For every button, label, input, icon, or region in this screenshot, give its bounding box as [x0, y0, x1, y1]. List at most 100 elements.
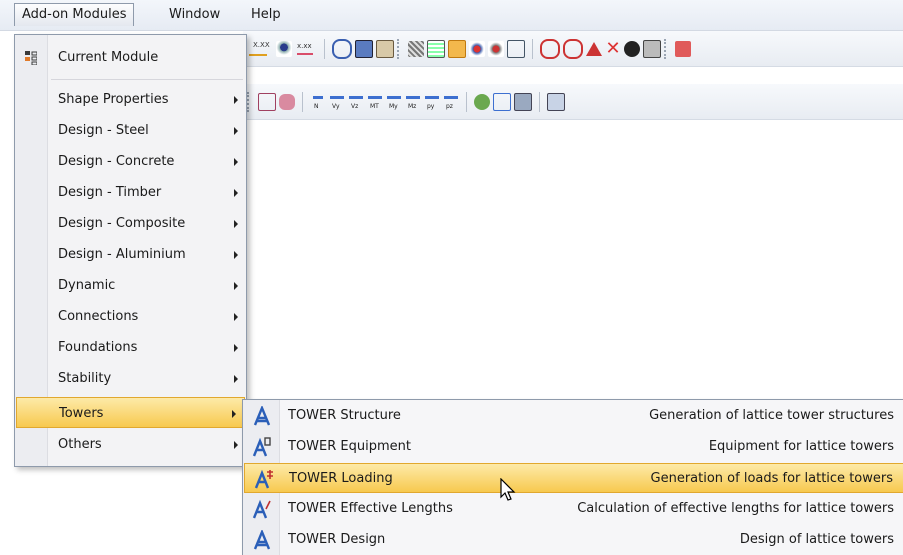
menu-item-label: Foundations: [58, 340, 138, 355]
grid-table-icon[interactable]: [514, 92, 532, 111]
menu-item-stability[interactable]: Stability: [15, 363, 246, 394]
menu-item-foundations[interactable]: Foundations: [15, 332, 246, 363]
result-pz-icon[interactable]: pz: [443, 94, 459, 110]
xxx-label-text: X.XX: [253, 40, 270, 49]
submenu-item-label: TOWER Structure: [288, 408, 401, 423]
menu-item-label: Shape Properties: [58, 92, 169, 107]
submenu-item-description: Generation of loads for lattice towers: [650, 471, 893, 486]
glasses-icon[interactable]: [332, 38, 352, 59]
menu-item-label: Design - Aluminium: [58, 247, 186, 262]
result-vz-label: Vz: [351, 102, 359, 110]
submenu-item-description: Equipment for lattice towers: [708, 439, 894, 454]
tree-icon[interactable]: [474, 93, 490, 110]
toolbar-separator: [532, 38, 533, 59]
menu-item-connections[interactable]: Connections: [15, 301, 246, 332]
result-py-label: py: [427, 102, 435, 110]
submenu-item-tower-effective-lengths[interactable]: TOWER Effective Lengths Calculation of e…: [243, 494, 903, 524]
submenu-arrow-icon: [234, 313, 238, 321]
menu-item-label: Design - Timber: [58, 185, 162, 200]
tower-loading-icon: [254, 469, 273, 489]
menu-item-label: Others: [58, 437, 102, 452]
toolbar-grip: [247, 91, 252, 112]
menu-item-label: Connections: [58, 309, 139, 324]
line-tool-icon[interactable]: [258, 92, 276, 111]
panel-icon[interactable]: [376, 39, 394, 58]
mesh-icon[interactable]: [427, 39, 445, 58]
menu-item-design-timber[interactable]: Design - Timber: [15, 177, 246, 208]
result-my-icon[interactable]: My: [386, 94, 402, 110]
report-icon[interactable]: [547, 92, 565, 111]
shape-icon[interactable]: [279, 93, 295, 110]
hatch-icon[interactable]: [408, 40, 424, 57]
menu-item-dynamic[interactable]: Dynamic: [15, 270, 246, 301]
toolbar-grip: [397, 38, 402, 59]
calculator-icon[interactable]: [643, 39, 661, 58]
submenu-item-label: TOWER Equipment: [288, 439, 411, 454]
submenu-arrow-icon: [234, 96, 238, 104]
submenu-item-tower-design[interactable]: TOWER Design Design of lattice towers: [243, 525, 903, 555]
menu-item-design-concrete[interactable]: Design - Concrete: [15, 146, 246, 177]
submenu-arrow-icon: [234, 251, 238, 259]
submenu-item-tower-loading[interactable]: TOWER Loading Generation of loads for la…: [244, 463, 903, 493]
support-icon-active[interactable]: [448, 39, 466, 58]
menu-item-design-aluminium[interactable]: Design - Aluminium: [15, 239, 246, 270]
warning-icon[interactable]: [586, 41, 602, 56]
submenu-item-tower-equipment[interactable]: TOWER Equipment Equipment for lattice to…: [243, 432, 903, 462]
menu-item-label: Stability: [58, 371, 112, 386]
submenu-item-label: TOWER Design: [288, 532, 386, 547]
extra-icon[interactable]: [675, 40, 691, 57]
menu-bar: Add-on Modules Window Help: [0, 0, 903, 31]
hinge-icon[interactable]: [488, 40, 504, 57]
submenu-arrow-icon: [234, 127, 238, 135]
menu-item-label: Current Module: [58, 50, 159, 65]
cross-icon[interactable]: ✕: [605, 39, 621, 57]
toolbar-row-2: N Vy Vz MT My Mz py pz: [243, 84, 903, 120]
table-view-icon[interactable]: [355, 39, 373, 58]
module-icon: [25, 51, 37, 65]
result-mz-icon[interactable]: Mz: [405, 94, 421, 110]
result-py-icon[interactable]: py: [424, 94, 440, 110]
menu-item-label: Design - Composite: [58, 216, 186, 231]
menu-separator: [51, 79, 243, 80]
menu-add-on-modules[interactable]: Add-on Modules: [14, 3, 135, 26]
menu-item-others[interactable]: Others: [15, 429, 246, 460]
toolbar-grip: [664, 38, 669, 59]
result-vz-icon[interactable]: Vz: [348, 94, 364, 110]
menu-item-label: Design - Concrete: [58, 154, 175, 169]
result-my-label: My: [389, 102, 398, 110]
toolbar-row-1: X.XX x.xx ✕: [243, 31, 903, 67]
menu-item-design-composite[interactable]: Design - Composite: [15, 208, 246, 239]
submenu-item-tower-structure[interactable]: TOWER Structure Generation of lattice to…: [243, 401, 903, 431]
view-icon[interactable]: [276, 40, 292, 57]
submenu-arrow-icon: [232, 410, 236, 418]
menu-item-design-steel[interactable]: Design - Steel: [15, 115, 246, 146]
tower-equipment-icon: [252, 437, 271, 457]
menu-item-shape-properties[interactable]: Shape Properties: [15, 84, 246, 115]
submenu-item-label: TOWER Effective Lengths: [288, 501, 453, 516]
xxx-label-icon[interactable]: X.XX: [247, 41, 273, 57]
submenu-arrow-icon: [234, 282, 238, 290]
result-mt-icon[interactable]: MT: [367, 94, 383, 110]
towers-submenu: TOWER Structure Generation of lattice to…: [242, 399, 903, 555]
menu-item-label: Towers: [59, 406, 104, 421]
result-n-icon[interactable]: N: [310, 94, 326, 110]
frame-icon[interactable]: [507, 39, 525, 58]
member-icon[interactable]: [563, 38, 583, 59]
node-icon[interactable]: [540, 38, 560, 59]
result-vy-icon[interactable]: Vy: [329, 94, 345, 110]
result-vy-label: Vy: [332, 102, 340, 110]
menu-help[interactable]: Help: [244, 4, 288, 26]
menu-item-towers[interactable]: Towers: [16, 397, 245, 428]
toolbar-separator: [324, 38, 325, 59]
toolbar-separator: [466, 91, 467, 112]
toolbar-separator: [302, 91, 303, 112]
section-icon[interactable]: [493, 92, 511, 111]
glyph-icon[interactable]: [624, 40, 640, 57]
xxx-values-icon[interactable]: x.xx: [295, 41, 317, 57]
release-icon[interactable]: [469, 40, 485, 57]
submenu-item-description: Design of lattice towers: [739, 532, 894, 547]
submenu-arrow-icon: [234, 344, 238, 352]
tower-structure-icon: [253, 406, 271, 426]
menu-window[interactable]: Window: [162, 4, 227, 26]
menu-item-current-module[interactable]: Current Module: [15, 42, 246, 73]
